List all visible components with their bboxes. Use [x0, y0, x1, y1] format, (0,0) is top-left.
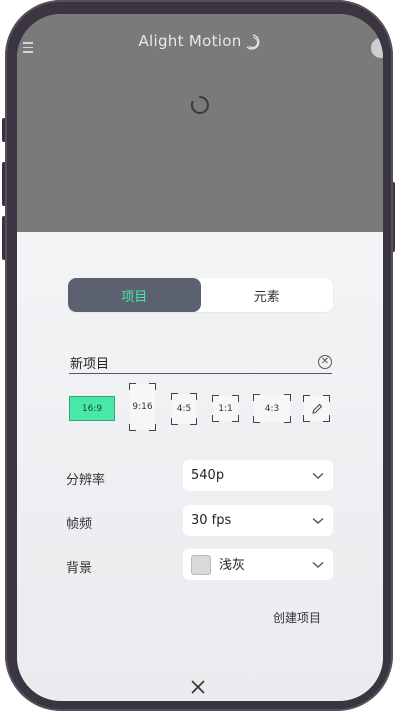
- ratio-9-16[interactable]: 9:16: [129, 383, 156, 431]
- resolution-label: 分辨率: [66, 473, 106, 488]
- ratio-label: 4:5: [176, 404, 192, 414]
- ratio-custom[interactable]: [303, 395, 330, 422]
- ratio-4-3[interactable]: 4:3: [253, 394, 291, 423]
- app-logo-text: Alight Motion: [138, 32, 242, 50]
- tab-project[interactable]: 项目: [68, 278, 201, 312]
- project-name-value: 新项目: [70, 356, 110, 372]
- resolution-select[interactable]: 540p: [183, 460, 333, 491]
- ratio-1-1[interactable]: 1:1: [212, 395, 239, 422]
- framerate-label: 帧频: [66, 517, 93, 532]
- chevron-down-icon: [312, 517, 324, 524]
- framerate-value: 30 fps: [191, 513, 232, 528]
- ratio-label: 16:9: [81, 403, 103, 414]
- loading-spinner-icon: [190, 96, 209, 114]
- pencil-icon: [311, 403, 322, 414]
- background-label: 背景: [66, 561, 93, 576]
- project-list-backdrop: Alight Motion: [17, 14, 383, 232]
- ratio-4-5[interactable]: 4:5: [171, 393, 197, 425]
- ratio-16-9[interactable]: 16:9: [69, 396, 115, 421]
- new-project-panel: 项目 元素 新项目 ✕ 16:9 9:16 4:5 1:1 4:3 分辨率 54…: [17, 232, 383, 701]
- resolution-value: 540p: [191, 468, 225, 483]
- project-name-field[interactable]: 新项目 ✕: [69, 351, 332, 374]
- create-project-button[interactable]: 创建项目: [273, 609, 321, 626]
- background-swatch: [191, 555, 211, 576]
- app-screen: Alight Motion 项目 元素 新项目 ✕ 16:9 9:16 4:5: [17, 14, 383, 701]
- tab-elements[interactable]: 元素: [201, 278, 334, 312]
- background-value-wrap: 浅灰: [191, 554, 245, 576]
- clear-icon[interactable]: ✕: [318, 355, 332, 369]
- app-logo: Alight Motion: [17, 32, 383, 51]
- chevron-down-icon: [312, 561, 324, 568]
- ratio-label: 9:16: [132, 402, 153, 412]
- avatar[interactable]: [371, 38, 383, 58]
- background-value: 浅灰: [219, 557, 246, 573]
- ratio-label: 4:3: [264, 403, 280, 414]
- close-icon[interactable]: [190, 679, 206, 695]
- ratio-label: 1:1: [218, 403, 233, 414]
- chevron-down-icon: [312, 472, 324, 479]
- logo-swirl-icon: [246, 33, 259, 49]
- framerate-select[interactable]: 30 fps: [183, 505, 333, 536]
- background-select[interactable]: 浅灰: [183, 549, 333, 580]
- tab-switcher: 项目 元素: [68, 278, 333, 312]
